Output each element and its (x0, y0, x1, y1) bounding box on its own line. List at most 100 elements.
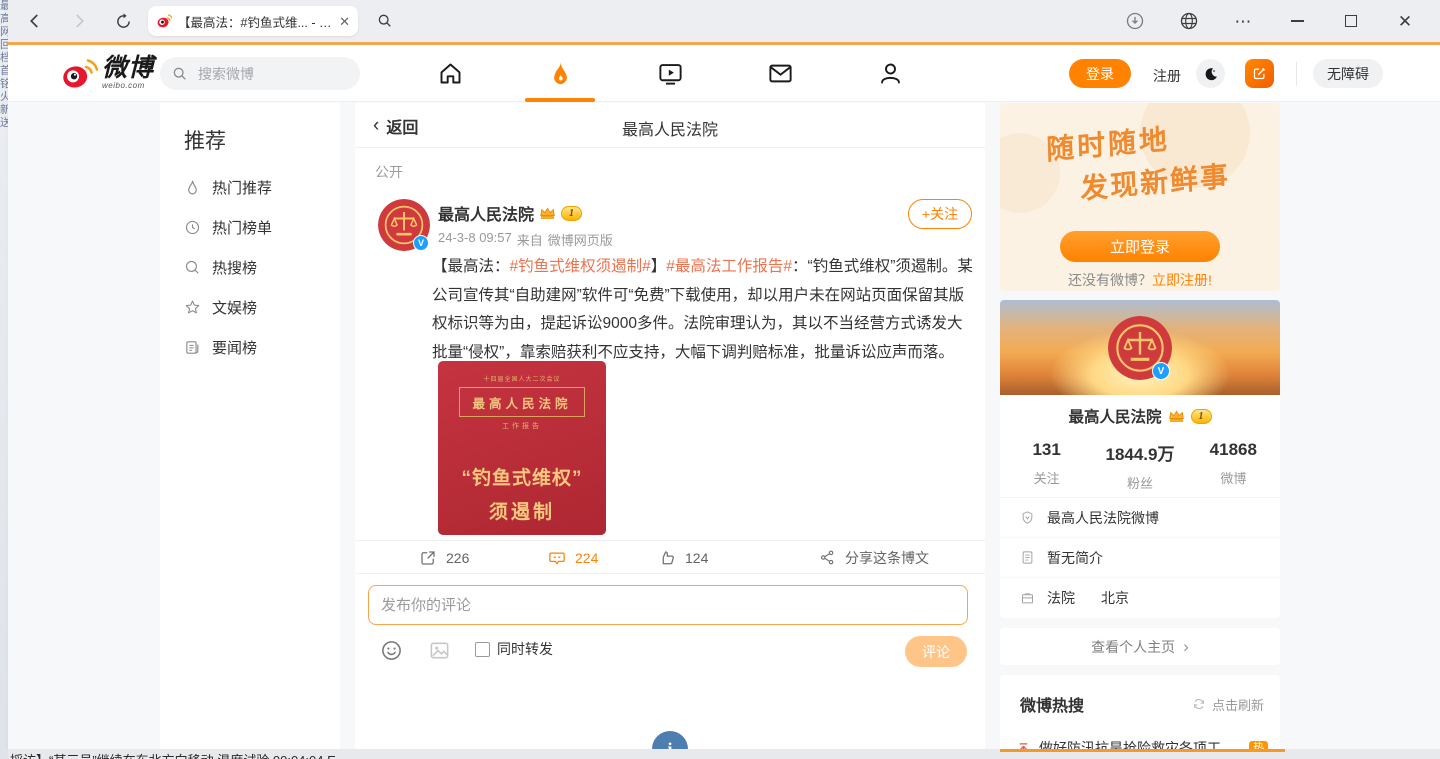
hashtag-link[interactable]: #最高法工作报告# (666, 258, 792, 275)
view-profile-link[interactable]: 查看个人主页 › (1000, 628, 1280, 665)
post-text: 【最高法：#钓鱼式维权须遏制#】#最高法工作报告#：“钓鱼式维权”须遏制。某公司… (432, 253, 974, 367)
browser-window-controls: ⋯ ✕ (1124, 10, 1426, 32)
post-image[interactable]: 十四届全国人大二次会议 最高人民法院 工作报告 “钓鱼式维权” 须遏制 (438, 361, 606, 535)
refresh-button[interactable] (112, 10, 134, 32)
accessibility-button[interactable]: 无障碍 (1313, 59, 1383, 88)
refresh-hot-search-button[interactable]: 点击刷新 (1192, 695, 1264, 714)
header-search-box[interactable] (160, 57, 360, 90)
profile-info-bio: 暂无简介 (1000, 538, 1280, 578)
login-button[interactable]: 登录 (1069, 59, 1131, 88)
menu-button[interactable]: ⋯ (1232, 10, 1254, 32)
tab-title: 【最高法：#钓鱼式维... - @最 (178, 12, 333, 31)
nav-home[interactable] (430, 58, 470, 89)
chevron-left-icon (26, 12, 44, 30)
minimize-button[interactable] (1286, 10, 1308, 32)
refresh-icon (115, 13, 132, 30)
post-image-title: 最高人民法院 (459, 387, 585, 417)
compose-button[interactable] (1245, 59, 1274, 88)
nav-profile[interactable] (870, 58, 910, 89)
close-window-button[interactable]: ✕ (1394, 10, 1416, 32)
comment-input[interactable] (368, 585, 968, 625)
clock-icon (184, 219, 201, 236)
sidebar-title: 推荐 (184, 125, 340, 155)
repost-toggle-label: 同时转发 (497, 639, 553, 659)
profile-info-list: 最高人民法院微博 暂无简介 法院 北京 (1000, 497, 1280, 618)
post-action-bar: 226 224 124 分享这条博文 (355, 540, 985, 574)
hot-search-header: 微博热搜 点击刷新 (1000, 675, 1280, 716)
profile-stats: 131 关注 1844.9万 粉丝 41868 微博 (1000, 440, 1280, 492)
weibo-logo[interactable]: 微博 weibo.com (60, 56, 154, 90)
logo-cn: 微博 (102, 56, 154, 81)
view-profile-label: 查看个人主页 (1091, 637, 1175, 657)
sidebar-item-hot-ranking[interactable]: 热门榜单 (160, 207, 340, 247)
vip-level-badge: 1 (1191, 409, 1212, 424)
weibo-logo-text: 微博 weibo.com (102, 56, 154, 90)
repost-icon (419, 549, 437, 567)
weibo-header: 微博 weibo.com (8, 45, 1440, 102)
crown-badge-icon (539, 206, 556, 220)
register-now-link[interactable]: 立即注册! (1152, 272, 1212, 288)
toolbar-search-button[interactable] (374, 10, 396, 32)
share-button[interactable]: 分享这条博文 (819, 541, 929, 574)
post-author-name[interactable]: 最高人民法院 (438, 201, 534, 225)
forward-button[interactable] (68, 10, 90, 32)
stat-label: 微博 (1187, 468, 1280, 487)
repost-checkbox[interactable] (475, 642, 490, 657)
stat-followers[interactable]: 1844.9万 粉丝 (1093, 440, 1186, 492)
stat-following[interactable]: 131 关注 (1000, 440, 1093, 492)
nav-video[interactable] (650, 58, 690, 89)
search-icon (172, 66, 188, 82)
crown-badge-icon (1168, 409, 1185, 423)
post-source[interactable]: 微博网页版 (548, 230, 613, 249)
repost-button[interactable]: 226 (419, 541, 469, 574)
nav-hot[interactable] (540, 58, 580, 89)
stat-value: 131 (1000, 440, 1093, 460)
downloads-button[interactable] (1124, 10, 1146, 32)
sidebar-item-entertainment[interactable]: 文娱榜 (160, 287, 340, 327)
follow-button[interactable]: +关注 (908, 199, 972, 229)
back-button[interactable] (24, 10, 46, 32)
picture-icon (428, 639, 451, 662)
main-column: ‹ 返回 最高人民法院 公开 V 最高人民法院 (355, 103, 985, 749)
chevron-right-icon (70, 12, 88, 30)
logo-sub: weibo.com (102, 81, 154, 90)
hashtag-link[interactable]: #钓鱼式维权须遏制# (510, 258, 651, 275)
hot-badge: 热 (1249, 741, 1268, 750)
sidebar-item-label: 要闻榜 (212, 337, 257, 358)
language-button[interactable] (1178, 10, 1200, 32)
close-icon: ✕ (1398, 13, 1412, 30)
repost-toggle: 同时转发 (475, 639, 553, 659)
stat-posts[interactable]: 41868 微博 (1187, 440, 1280, 492)
vip-level-badge: 1 (561, 206, 582, 221)
sidebar-item-news[interactable]: 要闻榜 (160, 327, 340, 367)
dark-mode-button[interactable] (1196, 59, 1225, 88)
sidebar-item-hot-recommend[interactable]: 热门推荐 (160, 167, 340, 207)
sidebar-item-hot-search[interactable]: 热搜榜 (160, 247, 340, 287)
register-link[interactable]: 注册 (1153, 66, 1181, 86)
background-window-left-strip: 最高网回档首铭火新送 (0, 0, 8, 759)
browser-tab[interactable]: 【最高法：#钓鱼式维... - @最 ✕ (148, 6, 358, 36)
company-icon (1020, 591, 1035, 606)
nav-messages[interactable] (760, 58, 800, 89)
tab-close-icon[interactable]: ✕ (339, 15, 350, 28)
hot-search-item[interactable]: 做好防汛抗旱抢险救灾各项工... 热 (1000, 738, 1280, 749)
post-image-headline1: “钓鱼式维权” (438, 463, 606, 490)
post-image-subtitle: 工作报告 (438, 421, 606, 431)
comment-button[interactable]: 224 (548, 541, 598, 574)
like-button[interactable]: 124 (658, 541, 708, 574)
chevron-right-icon: › (1183, 638, 1189, 655)
active-nav-underline (525, 98, 595, 102)
login-promo-card: 随时随地 发现新鲜事 立即登录 还没有微博？立即注册! (1000, 103, 1280, 291)
comment-submit-button[interactable]: 评论 (905, 636, 967, 667)
emoji-button[interactable] (380, 639, 403, 662)
login-now-button[interactable]: 立即登录 (1060, 231, 1220, 262)
image-upload-button[interactable] (428, 639, 451, 662)
post-image-headline2: 须遏制 (438, 497, 606, 524)
profile-name-row: 最高人民法院 1 (1000, 405, 1280, 427)
profile-name[interactable]: 最高人民法院 (1068, 405, 1161, 427)
weibo-eye-icon (60, 56, 98, 90)
search-input[interactable] (196, 65, 346, 83)
left-sidebar: 推荐 热门推荐 热门榜单 热搜榜 文娱榜 (160, 103, 340, 749)
maximize-button[interactable] (1340, 10, 1362, 32)
post-time[interactable]: 24-3-8 09:57 (438, 230, 512, 249)
